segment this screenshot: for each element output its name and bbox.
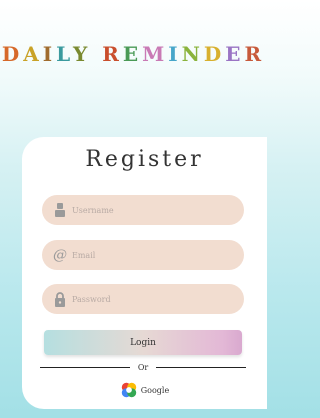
app-title-letter: D <box>203 42 226 66</box>
lock-icon <box>52 291 68 307</box>
app-title-letter: R <box>244 42 266 66</box>
app-title: DAILY REMINDER <box>0 42 267 66</box>
divider-line-left <box>40 366 130 368</box>
app-title-letter: I <box>168 42 182 66</box>
divider-line-right <box>156 366 247 368</box>
app-title-letter: Y <box>72 42 92 66</box>
register-card: Register @ Login Or <box>22 137 267 409</box>
username-input[interactable] <box>72 205 232 215</box>
at-icon: @ <box>53 247 67 263</box>
app-title-letter: E <box>122 42 143 66</box>
app-title-letter: E <box>225 42 245 66</box>
app-title-letter: A <box>23 42 43 66</box>
app-title-letter: I <box>42 42 57 66</box>
password-field[interactable] <box>42 284 244 314</box>
email-field[interactable]: @ <box>42 240 244 270</box>
user-icon <box>52 202 68 218</box>
app-title-letter: R <box>102 42 123 66</box>
username-field[interactable] <box>42 195 244 225</box>
or-divider: Or <box>40 361 247 373</box>
google-label: Google <box>140 385 170 395</box>
app-title-letter <box>91 42 102 66</box>
app-title-letter: N <box>181 42 204 66</box>
email-input[interactable] <box>72 250 232 260</box>
login-button[interactable]: Login <box>44 330 242 355</box>
app-title-letter: D <box>1 42 24 66</box>
divider-or-text: Or <box>137 362 149 372</box>
password-input[interactable] <box>72 294 232 304</box>
google-signin[interactable]: Google <box>22 381 267 399</box>
app-title-letter: L <box>56 42 73 66</box>
google-logo-icon <box>121 382 136 398</box>
register-title: Register <box>85 147 204 172</box>
app-title-letter: M <box>142 42 169 66</box>
